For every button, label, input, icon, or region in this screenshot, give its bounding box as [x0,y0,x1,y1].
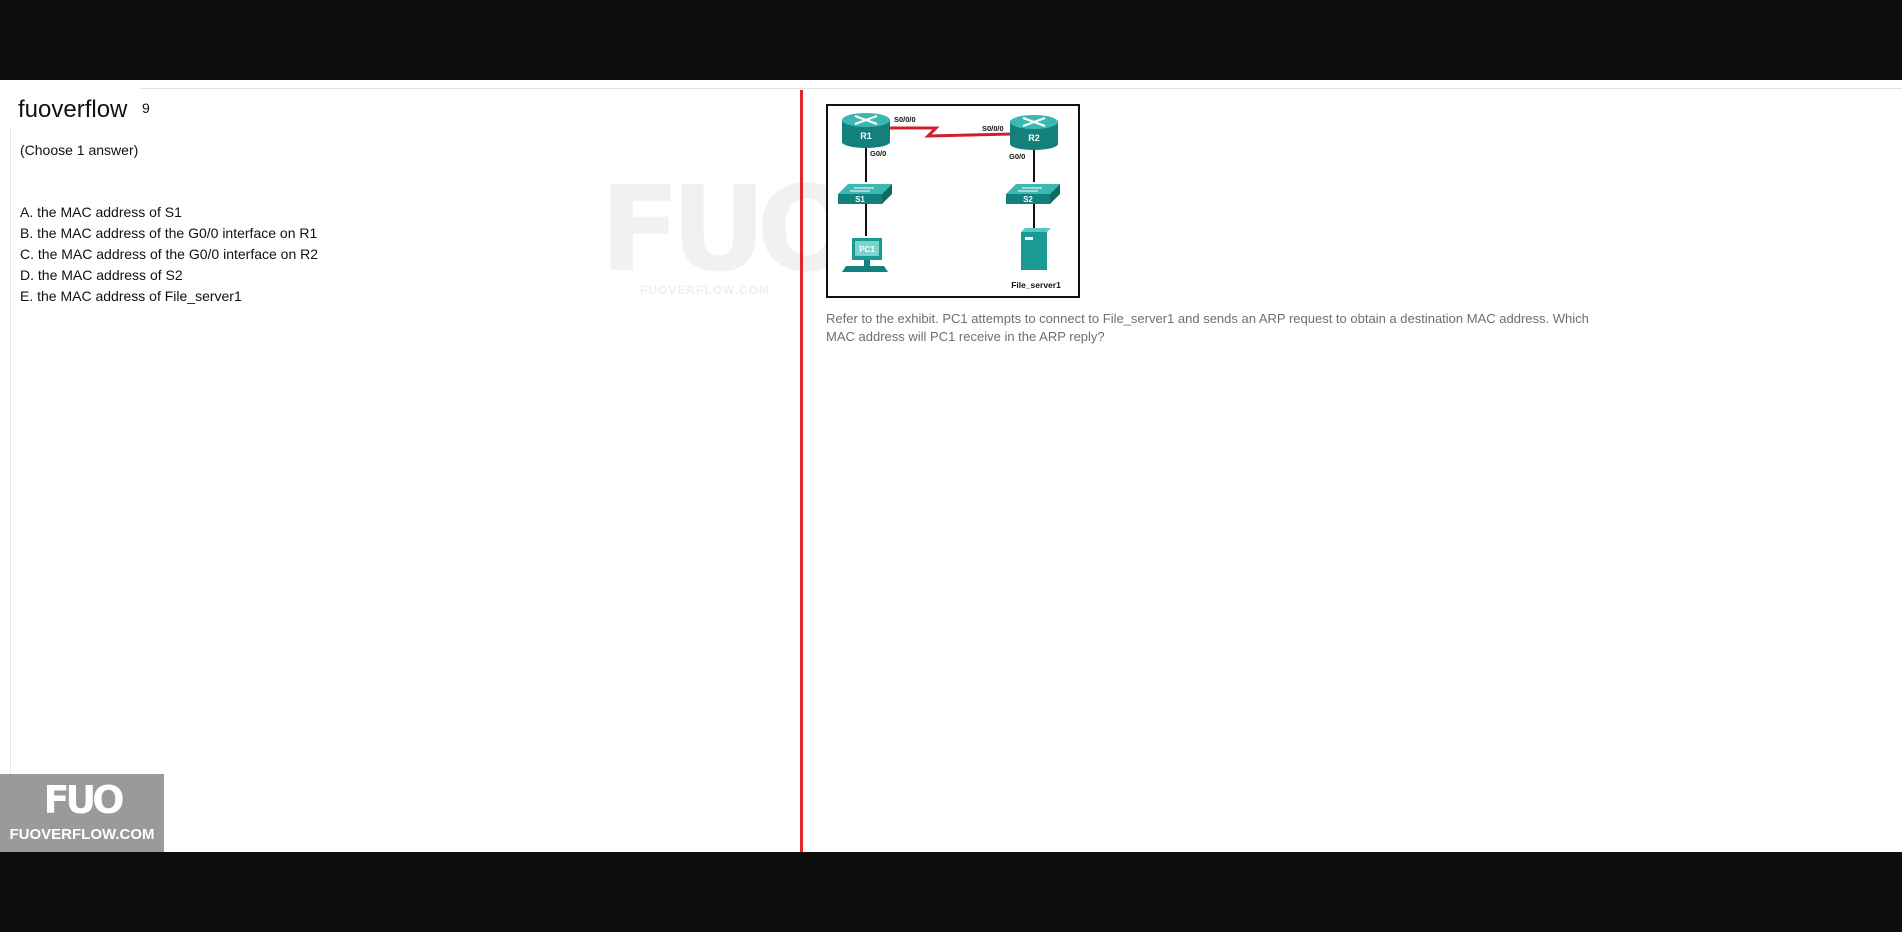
s2-label: S2 [1023,195,1033,204]
pc1-label: PC1 [859,245,875,254]
logo-text: FUOVERFLOW.COM [9,826,155,843]
watermark-logo: FUO [600,160,857,298]
option-e[interactable]: E. the MAC address of File_server1 [20,286,318,307]
option-c[interactable]: C. the MAC address of the G0/0 interface… [20,244,318,265]
question-page: fuoverflow 9 FUO FUOVERFLOW.COM (Choose … [0,80,1902,852]
option-a[interactable]: A. the MAC address of S1 [20,202,318,223]
r1-serial-label: S0/0/0 [894,115,916,124]
switch-s2-icon [1006,184,1060,204]
switch-s1-icon [838,184,892,204]
site-brand: fuoverflow [18,96,128,123]
option-b[interactable]: B. the MAC address of the G0/0 interface… [20,223,318,244]
answer-options: A. the MAC address of S1 B. the MAC addr… [20,202,318,307]
server-icon [1021,228,1051,270]
answer-instruction: (Choose 1 answer) [20,142,139,158]
server-label: File_server1 [1011,280,1061,290]
r1-label: R1 [860,131,872,141]
question-prompt: Refer to the exhibit. PC1 attempts to co… [826,311,1589,344]
left-border [10,128,11,852]
r1-g00-label: G0/0 [870,149,886,158]
network-topology: R1 R2 S0/0/0 S0/0/0 G0/0 G0/0 S1 S2 PC1 … [838,113,1061,290]
panel-divider [800,90,803,852]
fuo-logo: FUO FUOVERFLOW.COM [0,774,164,852]
s1-label: S1 [855,195,865,204]
logo-mark: FUO [43,778,124,822]
r2-label: R2 [1028,133,1040,143]
r2-g00-label: G0/0 [1009,152,1025,161]
option-d[interactable]: D. the MAC address of S2 [20,265,318,286]
r2-serial-label: S0/0/0 [982,124,1004,133]
question-number: 9 [142,100,150,116]
pc1-icon [842,238,888,272]
header-rule [140,88,1902,89]
watermark-url: FUOVERFLOW.COM [640,283,770,297]
exhibit-diagram: R1 R2 S0/0/0 S0/0/0 G0/0 G0/0 S1 S2 PC1 … [826,104,1080,298]
